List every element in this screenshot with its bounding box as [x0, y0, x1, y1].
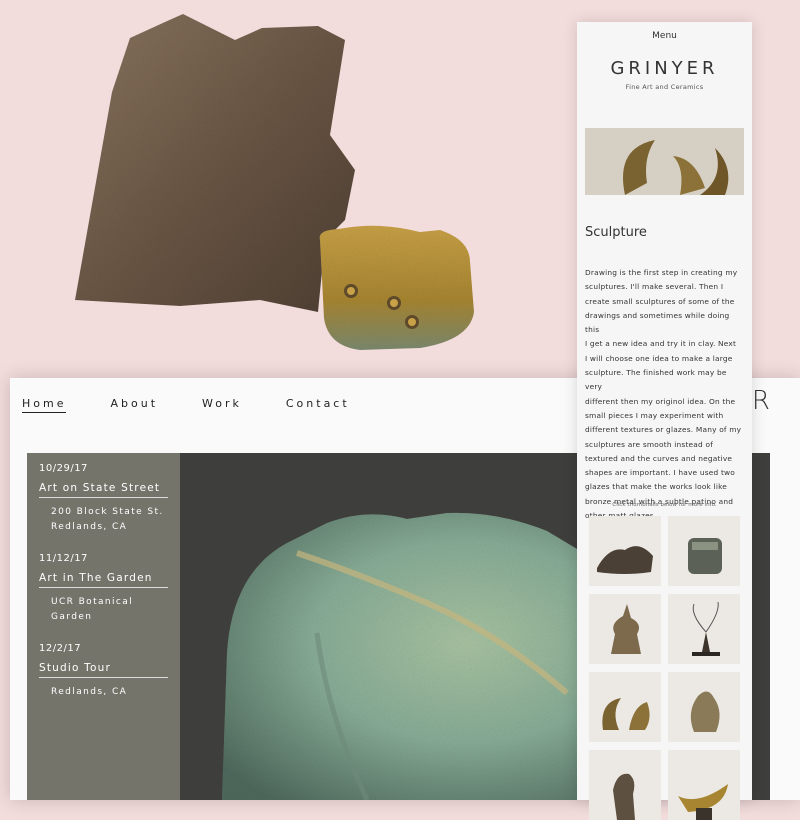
body-line: small pieces I may experiment with: [585, 410, 724, 420]
body-line: shapes are important. I have used two: [585, 468, 736, 478]
nav-work[interactable]: Work: [202, 397, 242, 413]
event-title[interactable]: Art on State Street: [39, 482, 168, 498]
body-line: sculptures. I'll make several. Then I: [585, 282, 724, 292]
sculpture-header-image: [585, 128, 744, 195]
thumbnail-2[interactable]: [668, 516, 740, 586]
body-line: Drawing is the first step in creating my: [585, 268, 738, 277]
body-line: different then my originol idea. On the: [585, 396, 736, 406]
event-date: 12/2/17: [39, 643, 82, 654]
body-line: drawings and sometimes while doing this: [585, 310, 730, 335]
body-line: sculptures are smooth instead of: [585, 439, 713, 449]
body-line: textured and the curves and negative: [585, 453, 733, 463]
bronze-curve-sculpture-image: [585, 128, 744, 195]
thumbnail-8[interactable]: [668, 750, 740, 820]
nav-contact[interactable]: Contact: [286, 397, 350, 413]
body-line: I get a new idea and try it in clay. Nex…: [585, 339, 737, 349]
body-line: create small sculptures of some of the: [585, 296, 735, 306]
section-title: Sculpture: [585, 225, 647, 240]
event-date: 11/12/17: [39, 553, 88, 564]
event-address: Redlands, CA: [51, 685, 168, 700]
event-address: 200 Block State St. Redlands, CA: [51, 505, 168, 535]
address-line: 200 Block State St.: [51, 507, 164, 517]
sculpture-description: Drawing is the first step in creating my…: [585, 266, 745, 523]
menu-button[interactable]: Menu: [577, 31, 752, 41]
event-item: 11/12/17 Art in The Garden UCR Botanical…: [39, 553, 168, 625]
site-logo-fragment: R: [751, 386, 770, 416]
thumbnail-caption: Click thumbnails below for more info.: [612, 502, 717, 508]
thumbnail-7[interactable]: [589, 750, 661, 820]
address-line: Redlands, CA: [51, 522, 128, 532]
address-line: UCR Botanical: [51, 597, 134, 607]
thumbnail-1[interactable]: [589, 516, 661, 586]
body-line: different textures or glazes. Many of my: [585, 425, 742, 435]
event-title[interactable]: Studio Tour: [39, 662, 168, 678]
thumbnail-5[interactable]: [589, 672, 661, 742]
main-nav: Home About Work Contact: [22, 397, 394, 413]
address-line: Garden: [51, 612, 93, 622]
events-panel: 10/29/17 Art on State Street 200 Block S…: [27, 453, 180, 800]
event-item: 10/29/17 Art on State Street 200 Block S…: [39, 463, 168, 535]
body-line: glazes that make the works look like: [585, 482, 728, 492]
address-line: Redlands, CA: [51, 687, 128, 697]
event-title[interactable]: Art in The Garden: [39, 572, 168, 588]
event-address: UCR Botanical Garden: [51, 595, 168, 625]
thumbnail-4[interactable]: [668, 594, 740, 664]
body-line: sculpture. The finished work may be very: [585, 368, 727, 392]
body-line: I will choose one idea to make a large: [585, 353, 733, 363]
site-tagline: Fine Art and Ceramics: [625, 83, 704, 91]
mobile-site-mockup: Menu GRINYER Fine Art and Ceramics Sculp…: [577, 22, 752, 820]
event-date: 10/29/17: [39, 463, 88, 474]
nav-about[interactable]: About: [110, 397, 158, 413]
thumbnail-3[interactable]: [589, 594, 661, 664]
event-item: 12/2/17 Studio Tour Redlands, CA: [39, 643, 168, 700]
site-logo[interactable]: GRINYER: [577, 58, 752, 79]
nav-home[interactable]: Home: [22, 397, 67, 413]
thumbnail-6[interactable]: [668, 672, 740, 742]
